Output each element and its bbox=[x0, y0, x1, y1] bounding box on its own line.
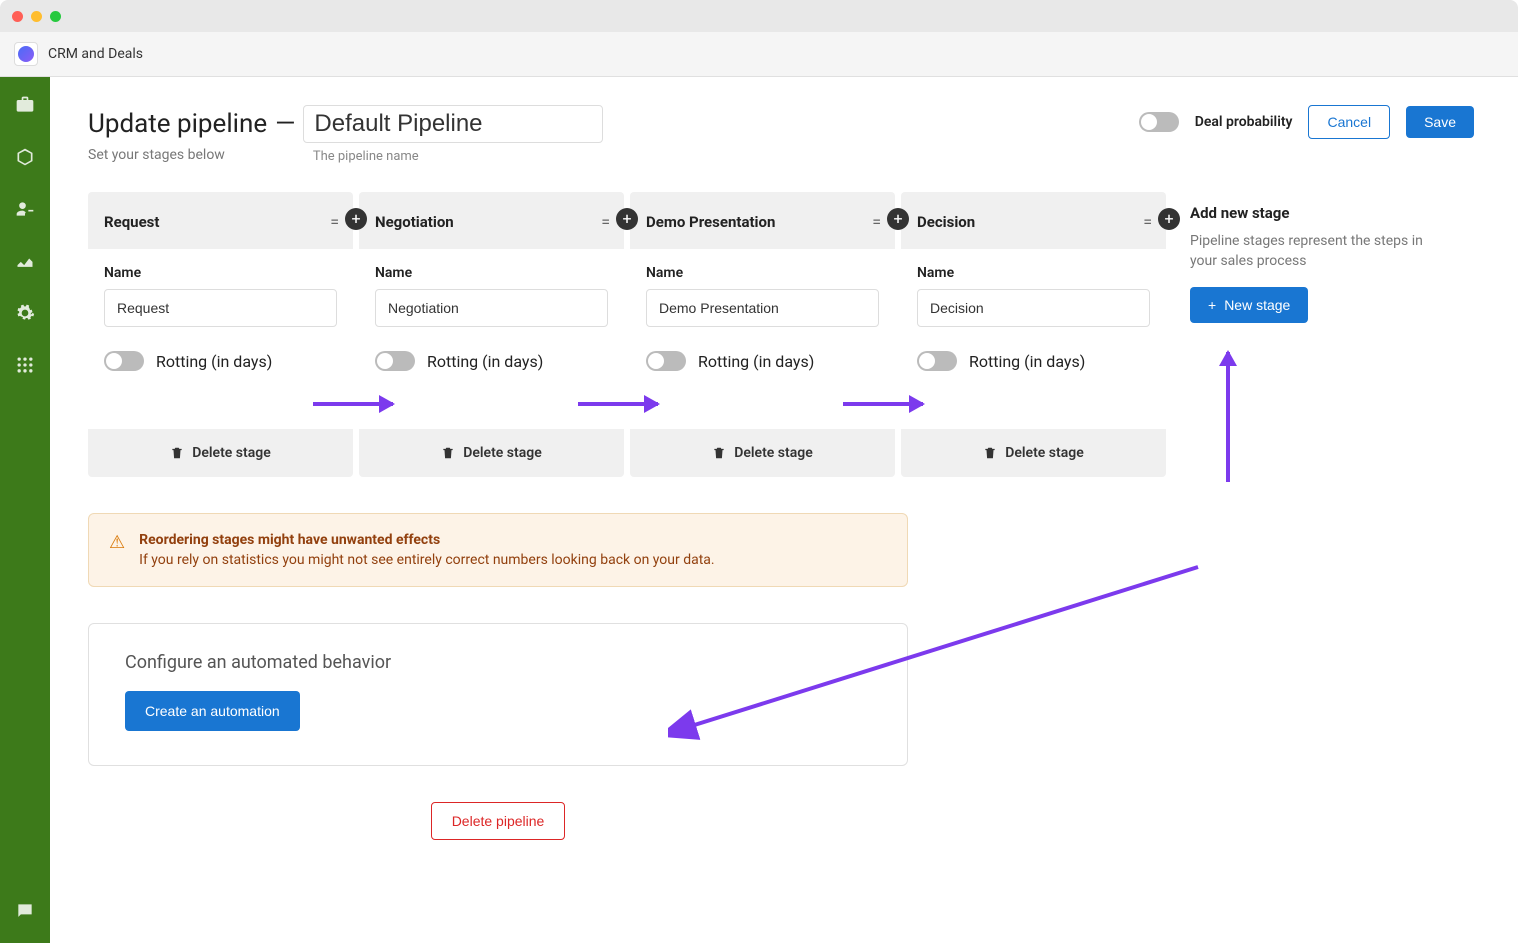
delete-stage-button[interactable]: Delete stage bbox=[359, 429, 624, 477]
add-stage-between-button[interactable]: + bbox=[616, 208, 638, 230]
app-logo bbox=[14, 42, 38, 66]
briefcase-icon bbox=[15, 95, 35, 115]
sidebar-item-settings[interactable] bbox=[13, 301, 37, 325]
pipeline-name-hint: The pipeline name bbox=[313, 149, 419, 164]
delete-stage-button[interactable]: Delete stage bbox=[88, 429, 353, 477]
stage-name-input[interactable] bbox=[917, 289, 1150, 327]
new-stage-button[interactable]: + New stage bbox=[1190, 287, 1308, 323]
plus-icon: + bbox=[1208, 297, 1216, 313]
drag-handle-icon[interactable]: = bbox=[872, 212, 879, 231]
drag-handle-icon[interactable]: = bbox=[330, 212, 337, 231]
sidebar-item-chat[interactable] bbox=[13, 899, 37, 923]
page-subtitle: Set your stages below bbox=[88, 147, 225, 164]
drag-handle-icon[interactable]: = bbox=[601, 212, 608, 231]
sidebar-item-deals[interactable] bbox=[13, 93, 37, 117]
warning-icon: ⚠ bbox=[109, 532, 125, 568]
delete-pipeline-button[interactable]: Delete pipeline bbox=[431, 802, 566, 840]
deal-probability-toggle[interactable] bbox=[1139, 112, 1179, 132]
warning-box: ⚠ Reordering stages might have unwanted … bbox=[88, 513, 908, 587]
delete-stage-label: Delete stage bbox=[463, 445, 541, 461]
add-stage-between-button[interactable]: + bbox=[345, 208, 367, 230]
automation-box: Configure an automated behavior Create a… bbox=[88, 623, 908, 766]
chart-icon bbox=[15, 251, 35, 271]
app-title: CRM and Deals bbox=[48, 46, 143, 62]
name-field-label: Name bbox=[646, 265, 879, 281]
sidebar-item-contacts[interactable] bbox=[13, 197, 37, 221]
sidebar-item-products[interactable] bbox=[13, 145, 37, 169]
stage-name-input[interactable] bbox=[104, 289, 337, 327]
warning-title: Reordering stages might have unwanted ef… bbox=[139, 532, 714, 548]
name-field-label: Name bbox=[917, 265, 1150, 281]
stage-title: Request bbox=[104, 213, 159, 231]
warning-text: If you rely on statistics you might not … bbox=[139, 552, 714, 568]
rotting-toggle[interactable] bbox=[646, 351, 686, 371]
save-button[interactable]: Save bbox=[1406, 106, 1474, 138]
automation-title: Configure an automated behavior bbox=[125, 652, 871, 673]
main-content: Update pipeline — Set your stages below … bbox=[50, 77, 1518, 943]
delete-stage-button[interactable]: Delete stage bbox=[901, 429, 1166, 477]
trash-icon bbox=[170, 446, 184, 460]
rotting-label: Rotting (in days) bbox=[156, 352, 272, 371]
sidebar-item-apps[interactable] bbox=[13, 353, 37, 377]
name-field-label: Name bbox=[375, 265, 608, 281]
sidebar-item-reports[interactable] bbox=[13, 249, 37, 273]
stage-title: Decision bbox=[917, 213, 975, 231]
maximize-window-button[interactable] bbox=[50, 11, 61, 22]
title-separator: — bbox=[275, 109, 295, 139]
delete-stage-button[interactable]: Delete stage bbox=[630, 429, 895, 477]
stage-card-demo-presentation: Demo Presentation = + Name Rotting (in d… bbox=[630, 192, 895, 477]
deal-probability-label: Deal probability bbox=[1195, 114, 1293, 130]
cancel-button[interactable]: Cancel bbox=[1308, 105, 1390, 139]
stage-card-negotiation: Negotiation = + Name Rotting (in days) D… bbox=[359, 192, 624, 477]
name-field-label: Name bbox=[104, 265, 337, 281]
page-title: Update pipeline bbox=[88, 109, 267, 139]
rotting-toggle[interactable] bbox=[917, 351, 957, 371]
stage-card-decision: Decision = + Name Rotting (in days) Dele… bbox=[901, 192, 1166, 477]
stage-card-request: Request = + Name Rotting (in days) Delet… bbox=[88, 192, 353, 477]
stage-name-input[interactable] bbox=[646, 289, 879, 327]
add-stage-between-button[interactable]: + bbox=[1158, 208, 1180, 230]
stages-container: Request = + Name Rotting (in days) Delet… bbox=[88, 192, 1474, 477]
rotting-label: Rotting (in days) bbox=[969, 352, 1085, 371]
drag-handle-icon[interactable]: = bbox=[1143, 212, 1150, 231]
add-stage-panel: Add new stage Pipeline stages represent … bbox=[1190, 192, 1450, 323]
delete-stage-label: Delete stage bbox=[734, 445, 812, 461]
annotation-arrow bbox=[1226, 352, 1230, 482]
add-stage-desc: Pipeline stages represent the steps in y… bbox=[1190, 232, 1450, 271]
add-stage-between-button[interactable]: + bbox=[887, 208, 909, 230]
delete-stage-label: Delete stage bbox=[1005, 445, 1083, 461]
gear-icon bbox=[15, 303, 35, 323]
add-stage-title: Add new stage bbox=[1190, 204, 1450, 222]
rotting-label: Rotting (in days) bbox=[698, 352, 814, 371]
pipeline-name-input[interactable] bbox=[303, 105, 603, 143]
window-chrome bbox=[0, 0, 1518, 32]
rotting-toggle[interactable] bbox=[104, 351, 144, 371]
rotting-toggle[interactable] bbox=[375, 351, 415, 371]
stage-title: Negotiation bbox=[375, 213, 454, 231]
page-header: Update pipeline — Set your stages below … bbox=[88, 105, 1474, 164]
minimize-window-button[interactable] bbox=[31, 11, 42, 22]
grid-icon bbox=[15, 355, 35, 375]
stage-title: Demo Presentation bbox=[646, 213, 775, 231]
app-header: CRM and Deals bbox=[0, 32, 1518, 77]
box-icon bbox=[15, 147, 35, 167]
trash-icon bbox=[712, 446, 726, 460]
new-stage-label: New stage bbox=[1224, 297, 1290, 313]
delete-pipeline-row: Delete pipeline bbox=[88, 802, 908, 840]
create-automation-button[interactable]: Create an automation bbox=[125, 691, 300, 731]
chat-icon bbox=[15, 901, 35, 921]
user-minus-icon bbox=[15, 199, 35, 219]
rotting-label: Rotting (in days) bbox=[427, 352, 543, 371]
stage-name-input[interactable] bbox=[375, 289, 608, 327]
close-window-button[interactable] bbox=[12, 11, 23, 22]
trash-icon bbox=[441, 446, 455, 460]
sidebar bbox=[0, 77, 50, 943]
delete-stage-label: Delete stage bbox=[192, 445, 270, 461]
trash-icon bbox=[983, 446, 997, 460]
header-actions: Deal probability Cancel Save bbox=[1139, 105, 1474, 139]
